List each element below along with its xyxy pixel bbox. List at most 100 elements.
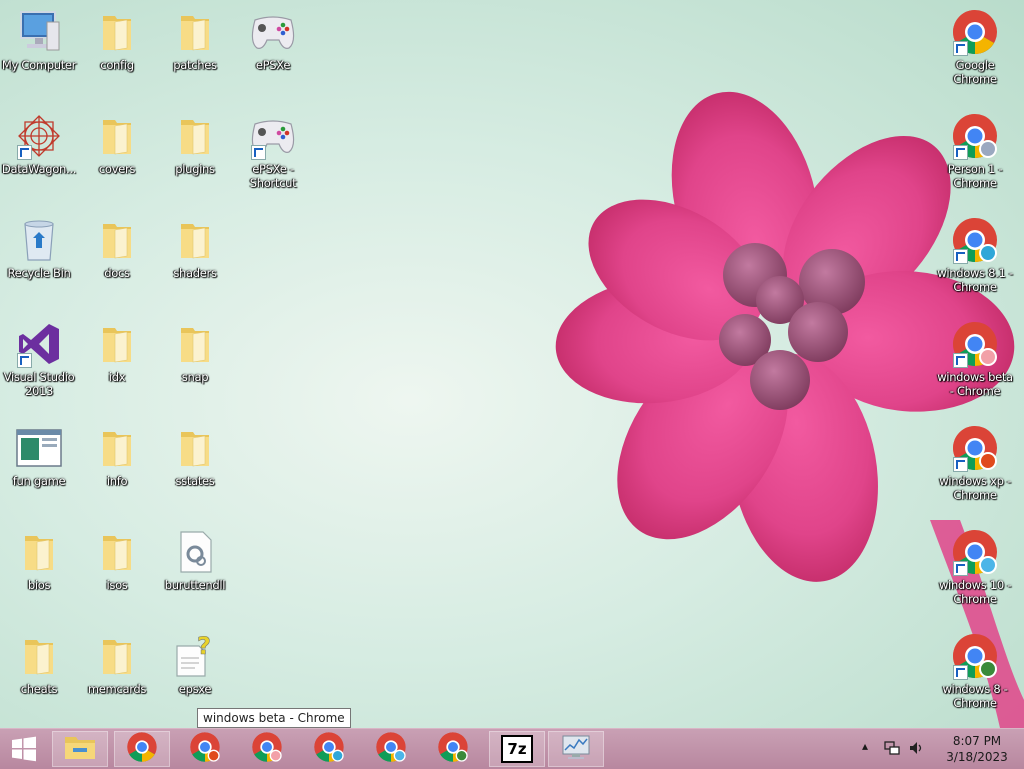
desktop-icon-label: windows 8.1 - Chrome [937,266,1013,294]
taskbar-button-chrome[interactable] [114,731,170,767]
desktop-icon-label: DataWagon... [1,162,77,176]
desktop-icon-docs[interactable]: docs [78,212,156,308]
taskbar-button-chrome-profile-1[interactable] [177,731,233,767]
folder-icon [93,216,141,264]
folder-icon [93,112,141,160]
folder-icon [93,424,141,472]
desktop-icon-windows-10-chrome[interactable]: windows 10 - Chrome [936,524,1014,620]
desktop-icon-label: Visual Studio 2013 [3,370,75,398]
clock-time: 8:07 PM [952,734,1002,748]
taskbar-button-file-explorer[interactable] [52,731,108,767]
clock[interactable]: 8:07 PM 3/18/2023 [942,733,1012,765]
network-icon[interactable] [884,740,900,756]
desktop-icon-label: windows 8 - Chrome [942,682,1008,710]
desktop-icon-covers[interactable]: covers [78,108,156,204]
chrome-icon [951,8,999,56]
gamepad-icon [249,8,297,56]
shortcut-arrow-icon [953,353,968,368]
datawagon-icon [15,112,63,160]
desktop-icon-label: snap [181,370,209,384]
desktop-icon-label: fun game [12,474,66,488]
desktop-icon-config[interactable]: config [78,4,156,100]
folder-icon [171,216,219,264]
window-app-icon [15,424,63,472]
desktop-icon-datawagon[interactable]: DataWagon... [0,108,78,204]
desktop-icon-label: isos [106,578,128,592]
chrome-icon [951,112,999,160]
desktop-icon-label: ePSXe - Shortcut [249,162,297,190]
desktop-icon-label: plugins [175,162,215,176]
show-hidden-icons-chevron-icon[interactable]: ▴ [862,739,868,753]
shortcut-arrow-icon [953,41,968,56]
svg-text:?: ? [197,632,211,660]
desktop-icon-shaders[interactable]: shaders [156,212,234,308]
desktop-icon-idx[interactable]: idx [78,316,156,412]
desktop-icon-label: cheats [20,682,58,696]
desktop-icon-google-chrome[interactable]: Google Chrome [936,4,1014,100]
desktop-icon-label: shaders [173,266,217,280]
file-explorer-icon [64,733,96,765]
desktop-icon-label: Recycle Bin [7,266,71,280]
volume-icon[interactable] [908,740,924,756]
settings-file-icon [171,528,219,576]
desktop-icon-my-computer[interactable]: My Computer [0,4,78,100]
folder-icon [15,632,63,680]
shortcut-arrow-icon [953,457,968,472]
chrome-icon [437,731,469,767]
desktop-icon-person-1-chrome[interactable]: Person 1 - Chrome [936,108,1014,204]
desktop-icon-label: patches [173,58,217,72]
desktop-icon-patches[interactable]: patches [156,4,234,100]
chrome-icon [189,731,221,767]
desktop-icon-visual-studio-2013[interactable]: Visual Studio 2013 [0,316,78,412]
visual-studio-icon [15,320,63,368]
chrome-icon [313,731,345,767]
folder-icon [171,320,219,368]
taskbar-button-chrome-profile-4[interactable] [363,731,419,767]
desktop-icon-recycle-bin[interactable]: Recycle Bin [0,212,78,308]
desktop-icon-info[interactable]: info [78,420,156,516]
desktop-icon-windows-xp-chrome[interactable]: windows xp - Chrome [936,420,1014,516]
desktop-icon-sstates[interactable]: sstates [156,420,234,516]
desktop-icon-windows-beta-chrome[interactable]: windows beta - Chrome [936,316,1014,412]
folder-icon [93,320,141,368]
desktop-icon-label: buruttendll [164,578,226,592]
shortcut-arrow-icon [17,145,32,160]
taskbar-button-resource-monitor[interactable] [548,731,604,767]
folder-icon [171,8,219,56]
taskbar-button-7zip[interactable]: 7z [489,731,545,767]
chrome-icon [951,632,999,680]
desktop[interactable]: My Computer DataWagon... Recycle Bin Visual… [0,0,1024,728]
desktop-icon-label: ePSXe [255,58,291,72]
desktop-icon-isos[interactable]: isos [78,524,156,620]
computer-icon [15,8,63,56]
taskbar-button-chrome-profile-5[interactable] [425,731,481,767]
desktop-icon-snap[interactable]: snap [156,316,234,412]
desktop-icon-label: windows beta - Chrome [937,370,1013,398]
desktop-icon-label: windows xp - Chrome [939,474,1011,502]
desktop-icon-epsxe[interactable]: ePSXe [234,4,312,100]
folder-icon [93,528,141,576]
taskbar-button-chrome-profile-3[interactable] [301,731,357,767]
desktop-icon-buruttendll[interactable]: buruttendll [156,524,234,620]
taskbar: 7z ▴ 8:07 PM 3/18/2023 [0,728,1024,769]
desktop-icon-memcards[interactable]: memcards [78,628,156,724]
desktop-icon-fun-game[interactable]: fun game [0,420,78,516]
desktop-icon-windows-8-1-chrome[interactable]: windows 8.1 - Chrome [936,212,1014,308]
desktop-icon-cheats[interactable]: cheats [0,628,78,724]
desktop-icon-label: Google Chrome [953,58,997,86]
chrome-icon [951,528,999,576]
desktop-icon-bios[interactable]: bios [0,524,78,620]
desktop-icon-label: Person 1 - Chrome [947,162,1003,190]
folder-icon [15,528,63,576]
chrome-icon [251,731,283,767]
start-button[interactable] [0,731,48,767]
desktop-icon-epsxe-shortcut[interactable]: ePSXe - Shortcut [234,108,312,204]
system-tray: ▴ 8:07 PM 3/18/2023 [854,729,1024,769]
shortcut-arrow-icon [953,665,968,680]
desktop-icon-plugins[interactable]: plugins [156,108,234,204]
desktop-icon-label: info [106,474,128,488]
folder-icon [171,112,219,160]
desktop-icon-windows-8-chrome[interactable]: windows 8 - Chrome [936,628,1014,724]
taskbar-button-chrome-profile-2[interactable] [239,731,295,767]
taskbar-tooltip: windows beta - Chrome [197,708,351,728]
